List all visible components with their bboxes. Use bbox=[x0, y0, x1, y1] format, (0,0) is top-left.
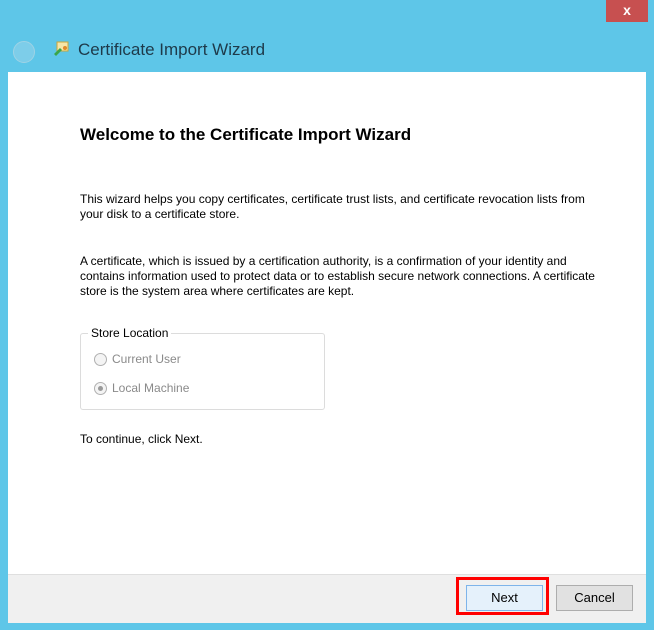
close-button[interactable]: x bbox=[606, 0, 648, 22]
wizard-content bbox=[8, 72, 646, 574]
continue-text: To continue, click Next. bbox=[80, 432, 203, 446]
highlight-box bbox=[456, 577, 549, 615]
current-user-label: Current User bbox=[112, 352, 181, 366]
radio-selected-icon bbox=[94, 381, 107, 395]
back-arrow-icon[interactable] bbox=[13, 41, 35, 63]
intro-paragraph: This wizard helps you copy certificates,… bbox=[80, 192, 585, 221]
local-machine-label: Local Machine bbox=[112, 381, 190, 395]
cancel-button[interactable]: Cancel bbox=[556, 585, 633, 611]
current-user-radio[interactable]: Current User bbox=[94, 352, 181, 366]
description-paragraph: A certificate, which is issued by a cert… bbox=[80, 254, 595, 298]
store-location-group bbox=[80, 333, 325, 410]
page-title: Welcome to the Certificate Import Wizard bbox=[80, 125, 412, 144]
button-bar bbox=[8, 574, 646, 623]
certificate-icon bbox=[54, 41, 69, 56]
window-title: Certificate Import Wizard bbox=[78, 40, 266, 59]
local-machine-radio[interactable]: Local Machine bbox=[94, 381, 189, 395]
radio-icon bbox=[94, 352, 107, 366]
store-location-label: Store Location bbox=[88, 326, 172, 340]
